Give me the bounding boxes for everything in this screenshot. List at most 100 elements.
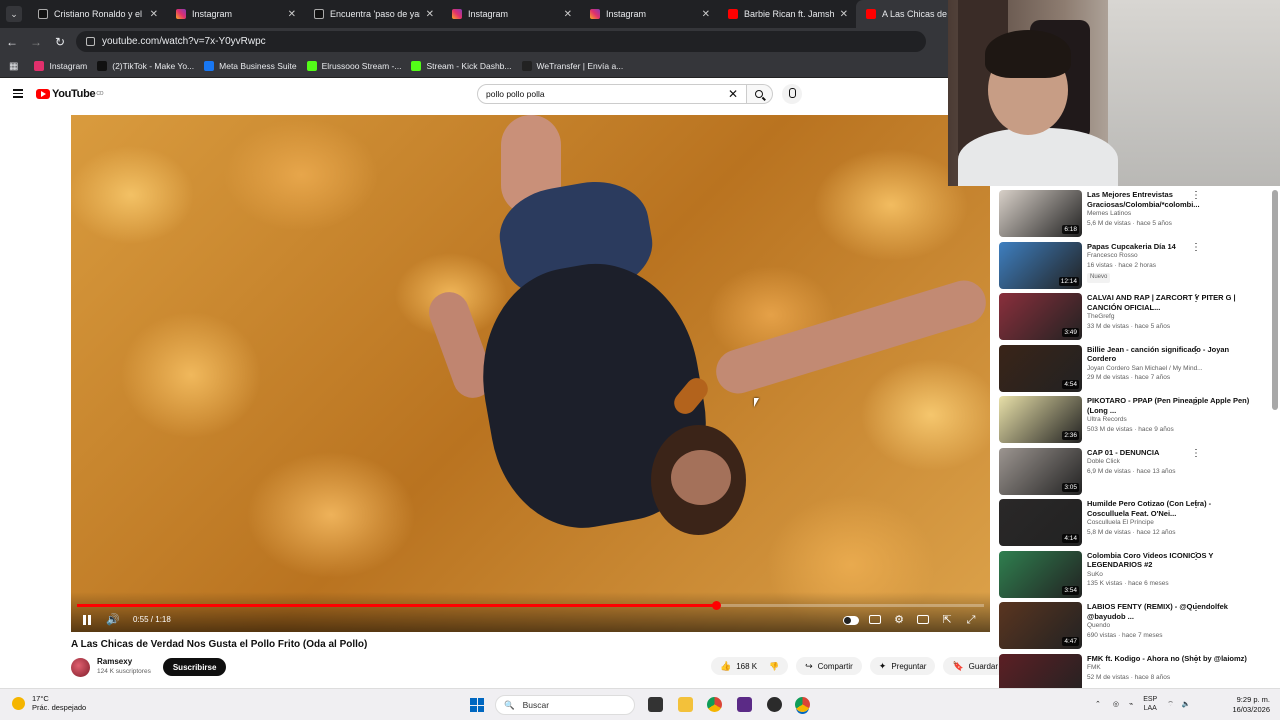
search-input[interactable]: pollo pollo polla ✕ [477,84,747,104]
close-tab-icon[interactable]: ✕ [150,9,158,20]
bookmark-item[interactable]: Stream - Kick Dashb... [411,61,512,71]
close-tab-icon[interactable]: ✕ [564,9,572,20]
reload-icon[interactable]: ↻ [48,35,72,49]
forward-icon[interactable]: → [24,35,48,49]
recommended-video[interactable]: 6:18 Las Mejores Entrevistas Graciosas/Co… [999,190,1269,242]
channel-name[interactable]: Doble Click [1087,457,1252,467]
bookmark-item[interactable]: Meta Business Suite [204,61,297,71]
channel-name[interactable]: Quendo [1087,621,1252,631]
chevron-up-icon[interactable]: ⌃ [1095,700,1101,708]
video-title[interactable]: CALVAI AND RAP | ZARCORT Y PITER G | CAN… [1087,293,1252,312]
settings-icon[interactable]: ⚙ [892,613,906,627]
ask-button[interactable]: ✦ Preguntar [869,657,936,675]
volume-icon[interactable]: 🔊 [106,613,120,627]
pause-icon[interactable] [80,613,94,627]
fullscreen-icon[interactable]: ⤢ [964,613,978,627]
video-title[interactable]: PIKOTARO - PPAP (Pen Pineapple Apple Pen… [1087,396,1252,415]
video-title[interactable]: CAP 01 - DENUNCIA [1087,448,1252,458]
more-options-icon[interactable]: ⋮ [1191,448,1201,458]
clear-search-icon[interactable]: ✕ [728,87,738,101]
video-thumbnail[interactable]: 3:49 [999,293,1082,340]
dislike-icon[interactable]: 👎 [769,662,779,671]
subscribe-button[interactable]: Suscribirse [162,658,227,676]
tray-app-icon[interactable]: ◎ [1113,700,1119,708]
close-tab-icon[interactable]: ✕ [288,9,296,20]
browser-tab[interactable]: Cristiano Ronaldo y el Hu ✕ [28,0,166,28]
bookmark-item[interactable]: WeTransfer | Envía a... [521,61,623,71]
more-options-icon[interactable]: ⋮ [1191,654,1201,664]
video-thumbnail[interactable]: 12:14 [999,241,1082,289]
close-tab-icon[interactable]: ✕ [702,9,710,20]
channel-name[interactable]: Francesco Rosso [1087,251,1252,261]
app-icon[interactable] [737,697,752,712]
menu-icon[interactable] [13,89,23,98]
autoplay-toggle[interactable] [842,613,860,627]
windows-start-icon[interactable] [470,698,484,712]
browser-tab[interactable]: Encuentra 'paso de yama' ✕ [304,0,442,28]
bookmark-item[interactable]: (2)TikTok - Make Yo... [97,61,194,71]
channel-name[interactable]: Memes Latinos [1087,209,1252,219]
channel-name[interactable]: TheGrefg [1087,312,1252,322]
recommended-video[interactable]: 3:49 CALVAI AND RAP | ZARCORT Y PITER G |… [999,293,1269,345]
more-options-icon[interactable]: ⋮ [1191,500,1201,510]
page-scrollbar[interactable] [1272,190,1278,410]
progress-bar[interactable] [77,601,984,610]
scrubber-handle[interactable] [712,601,722,610]
language-indicator[interactable]: ESP LAA [1143,695,1157,713]
bookmark-item[interactable]: Instagram [34,61,87,71]
video-thumbnail[interactable]: 4:54 [999,344,1082,392]
theater-mode-icon[interactable]: ⇱ [940,613,954,627]
tab-search-chevron-icon[interactable]: ⌄ [6,6,22,22]
video-title[interactable]: Humilde Pero Cotizao (Con Letra) - Coscu… [1087,499,1252,518]
back-icon[interactable]: ← [0,35,24,49]
recommended-video[interactable]: 3:54 Colombia Coro Videos ICONICOS Y LEGE… [999,550,1269,603]
chrome-icon[interactable] [707,697,722,712]
recommended-video[interactable]: 4:54 Billie Jean - canción significado - … [999,344,1269,397]
video-thumbnail[interactable]: 4:47 [999,602,1082,649]
channel-name[interactable]: Ramsexy [97,657,151,667]
video-title[interactable]: LABIOS FENTY (REMIX) - @Quendolfek @bayu… [1087,602,1252,621]
more-options-icon[interactable]: ⋮ [1191,294,1201,304]
video-title[interactable]: Las Mejores Entrevistas Graciosas/Colomb… [1087,190,1252,209]
site-info-icon[interactable] [86,37,95,46]
channel-name[interactable]: Cosculluela El Príncipe [1087,518,1252,528]
search-button[interactable] [747,84,773,104]
close-tab-icon[interactable]: ✕ [840,9,848,20]
recommended-video[interactable]: 4:14 Humilde Pero Cotizao (Con Letra) - C… [999,499,1269,551]
channel-name[interactable]: Joyan Cordero San Michael / My Mind... [1087,364,1252,374]
recommended-video[interactable]: 2:36 PIKOTARO - PPAP (Pen Pineapple Apple… [999,396,1269,448]
wifi-icon[interactable]: ⌔ [1167,700,1174,709]
channel-name[interactable]: SuKo [1087,570,1252,580]
browser-tab[interactable]: Barbie Rican ft. Jamsha - ✕ [718,0,856,28]
video-title[interactable]: Colombia Coro Videos ICONICOS Y LEGENDAR… [1087,551,1252,570]
youtube-logo[interactable]: YouTube CO [36,88,104,100]
video-player[interactable]: 🔊 0:55 / 1:18 ⚙ ⇱ ⤢ [71,115,990,632]
video-thumbnail[interactable]: 6:18 [999,190,1082,237]
channel-avatar[interactable] [71,657,90,677]
video-thumbnail[interactable]: 4:14 [999,499,1082,546]
apps-grid-icon[interactable]: ▦ [9,61,18,72]
video-title[interactable]: Billie Jean - canción significado - Joya… [1087,345,1252,364]
miniplayer-icon[interactable] [916,613,930,627]
more-options-icon[interactable]: ⋮ [1191,603,1201,613]
channel-name[interactable]: FMK [1087,663,1252,673]
video-thumbnail[interactable]: 3:05 [999,447,1082,495]
like-button[interactable]: 👍 168 K 👎 [711,657,789,675]
video-thumbnail[interactable]: 2:36 [999,396,1082,443]
subtitles-icon[interactable] [868,613,882,627]
tray-app-icon[interactable]: ⌁ [1129,700,1133,708]
browser-tab[interactable]: Instagram ✕ [166,0,304,28]
browser-tab[interactable]: Instagram ✕ [580,0,718,28]
video-thumbnail[interactable]: 3:54 [999,550,1082,598]
share-button[interactable]: ↪ Compartir [796,657,862,675]
close-tab-icon[interactable]: ✕ [426,9,434,20]
file-explorer-icon[interactable] [678,697,693,712]
volume-icon[interactable]: 🔈 [1182,700,1191,708]
browser-tab[interactable]: Instagram ✕ [442,0,580,28]
more-options-icon[interactable]: ⋮ [1191,191,1201,201]
terminal-icon[interactable] [648,697,663,712]
video-title[interactable]: Papas Cupcakeria Día 14 [1087,242,1252,252]
more-options-icon[interactable]: ⋮ [1191,397,1201,407]
save-button[interactable]: 🔖 Guardar [943,657,1008,675]
bookmark-item[interactable]: Elrussooo Stream -... [306,61,401,71]
